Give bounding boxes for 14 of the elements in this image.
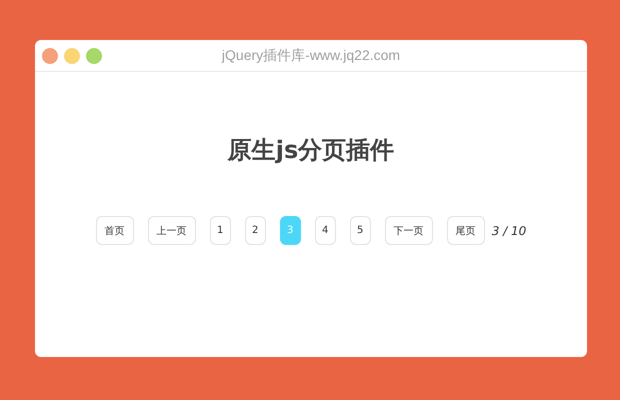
- window-title: jQuery插件库-www.jq22.com: [222, 46, 400, 64]
- nav-button[interactable]: 下一页: [384, 216, 433, 245]
- page-heading: 原生js分页插件: [228, 135, 394, 166]
- page-button[interactable]: 1: [210, 216, 231, 245]
- page-button[interactable]: 5: [350, 216, 371, 245]
- page-button[interactable]: 4: [314, 216, 336, 245]
- nav-button[interactable]: 上一页: [148, 216, 196, 245]
- nav-button[interactable]: 尾页: [446, 216, 485, 245]
- page-counter: 3 / 10: [492, 224, 526, 238]
- nav-button[interactable]: 首页: [96, 216, 134, 245]
- close-icon[interactable]: [42, 48, 58, 64]
- page-button[interactable]: 2: [244, 216, 266, 245]
- maximize-icon[interactable]: [86, 48, 102, 64]
- minimize-icon[interactable]: [64, 48, 80, 64]
